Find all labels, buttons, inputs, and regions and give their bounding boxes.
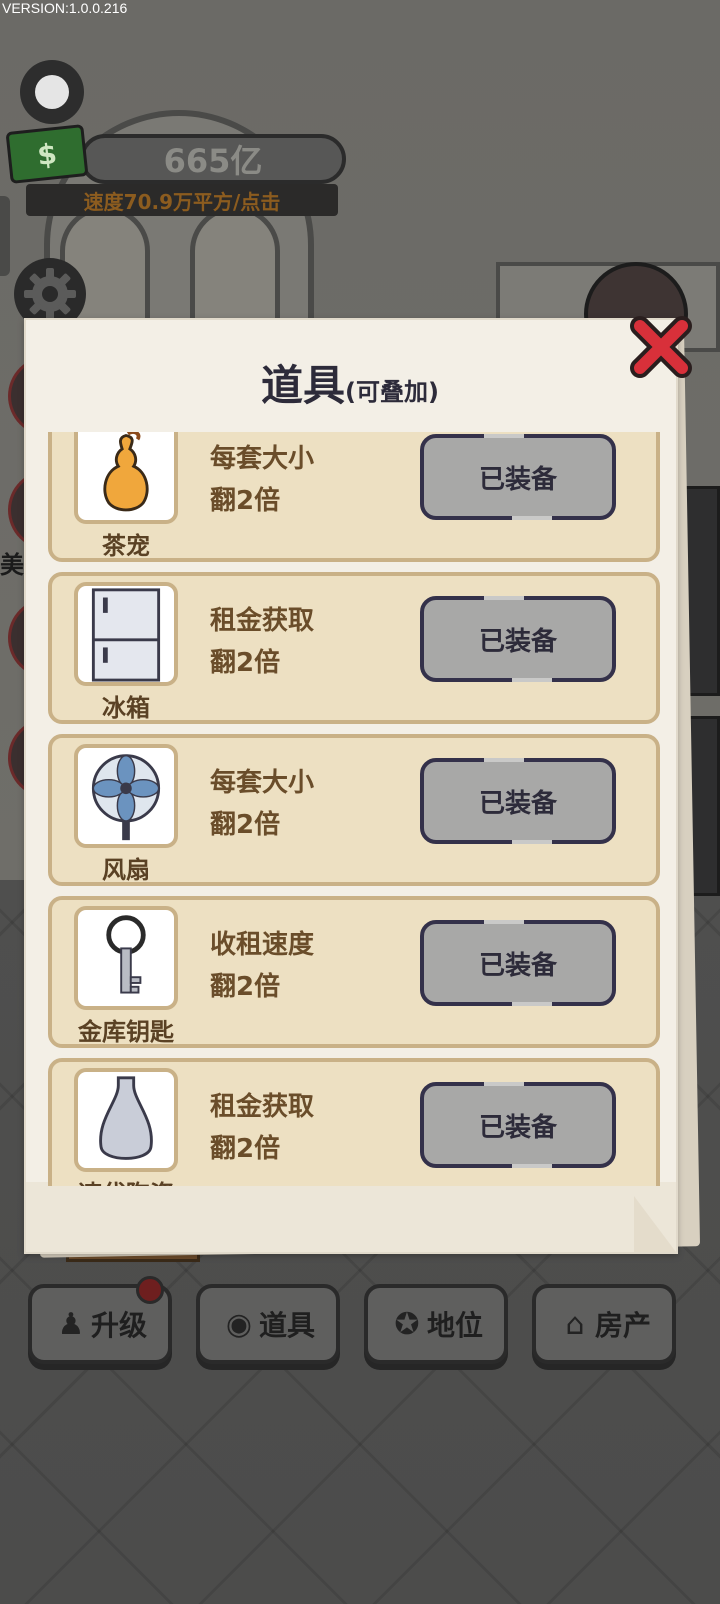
prop-card-vase: 速代陶瓷 租金获取 翻2倍 已装备 [48, 1058, 660, 1186]
prop-effect: 收租速度 翻2倍 [210, 924, 314, 1008]
equipped-button[interactable]: 已装备 [420, 920, 616, 1006]
vase-icon [74, 1068, 178, 1172]
equipped-button[interactable]: 已装备 [420, 434, 616, 520]
user-upgrade-icon: ♟ [57, 1306, 85, 1342]
version-label: VERSION:1.0.0.216 [2, 0, 128, 16]
dialog-title-sub: (可叠加) [345, 378, 439, 406]
bottom-nav: ♟ 升级 ◉ 道具 ✪ 地位 ⌂ 房产 [0, 1276, 720, 1370]
prop-effect-line2: 翻2倍 [210, 648, 281, 678]
props-dialog: 道具(可叠加) 茶宠 每套大小 翻2倍 已装备 冰箱 租金获取 翻2倍 已装备 … [14, 312, 701, 1270]
dialog-title: 道具(可叠加) [14, 352, 686, 413]
dialog-title-main: 道具 [261, 361, 346, 410]
prop-effect-line2: 翻2倍 [210, 1134, 281, 1164]
prop-card-fan: 风扇 每套大小 翻2倍 已装备 [48, 734, 660, 886]
prop-card-vault-key: 金库钥匙 收租速度 翻2倍 已装备 [48, 896, 660, 1048]
money-counter: 665亿 [80, 134, 346, 184]
prop-effect-line2: 翻2倍 [210, 972, 281, 1002]
nav-status-label: 地位 [426, 1309, 483, 1342]
notification-dot [136, 1276, 164, 1304]
prop-effect: 每套大小 翻2倍 [210, 762, 314, 846]
prop-effect-line2: 翻2倍 [210, 486, 281, 516]
money-value: 665亿 [163, 142, 263, 180]
gourd-icon [74, 432, 178, 524]
prop-name: 茶宠 [102, 532, 150, 560]
prop-effect-line2: 翻2倍 [210, 810, 281, 840]
fan-icon [74, 744, 178, 848]
speed-text: 速度70.9万平方/点击 [83, 189, 281, 214]
nav-property-label: 房产 [594, 1309, 651, 1342]
left-edge-tab[interactable] [0, 196, 10, 276]
record-button[interactable] [20, 60, 84, 124]
piggy-bank-icon: ◉ [225, 1306, 253, 1342]
equipped-button[interactable]: 已装备 [420, 596, 616, 682]
key-icon [74, 906, 178, 1010]
prop-name: 速代陶瓷 [52, 1174, 200, 1186]
close-icon[interactable] [626, 312, 696, 382]
nav-props-label: 道具 [258, 1309, 315, 1342]
prop-name: 金库钥匙 [78, 1018, 174, 1046]
fridge-icon [74, 582, 178, 686]
prop-effect-line1: 租金获取 [210, 606, 315, 636]
prop-effect: 每套大小 翻2倍 [210, 438, 314, 522]
prop-effect: 租金获取 翻2倍 [210, 600, 314, 684]
equipped-button[interactable]: 已装备 [420, 1082, 616, 1168]
prop-name: 风扇 [102, 856, 150, 884]
prop-effect-line1: 每套大小 [210, 444, 315, 474]
medal-icon: ✪ [394, 1306, 420, 1342]
nav-property-button[interactable]: ⌂ 房产 [532, 1284, 676, 1364]
nav-upgrade-button[interactable]: ♟ 升级 [28, 1276, 172, 1364]
nav-props-button[interactable]: ◉ 道具 [196, 1284, 340, 1364]
prop-effect-line1: 每套大小 [210, 768, 315, 798]
prop-card-tea-pet: 茶宠 每套大小 翻2倍 已装备 [48, 432, 660, 562]
props-list[interactable]: 茶宠 每套大小 翻2倍 已装备 冰箱 租金获取 翻2倍 已装备 风扇 每套大小 … [48, 432, 676, 1186]
prop-effect-line1: 收租速度 [210, 930, 315, 960]
prop-effect-line1: 租金获取 [210, 1092, 315, 1122]
nav-status-button[interactable]: ✪ 地位 [364, 1284, 508, 1364]
speed-display: 速度70.9万平方/点击 [26, 184, 338, 216]
prop-effect: 租金获取 翻2倍 [210, 1086, 314, 1170]
prop-card-fridge: 冰箱 租金获取 翻2倍 已装备 [48, 572, 660, 724]
prop-name: 冰箱 [102, 694, 150, 722]
house-icon: ⌂ [565, 1306, 585, 1342]
equipped-button[interactable]: 已装备 [420, 758, 616, 844]
nav-upgrade-label: 升级 [90, 1309, 147, 1342]
cash-icon: $ [5, 124, 89, 184]
